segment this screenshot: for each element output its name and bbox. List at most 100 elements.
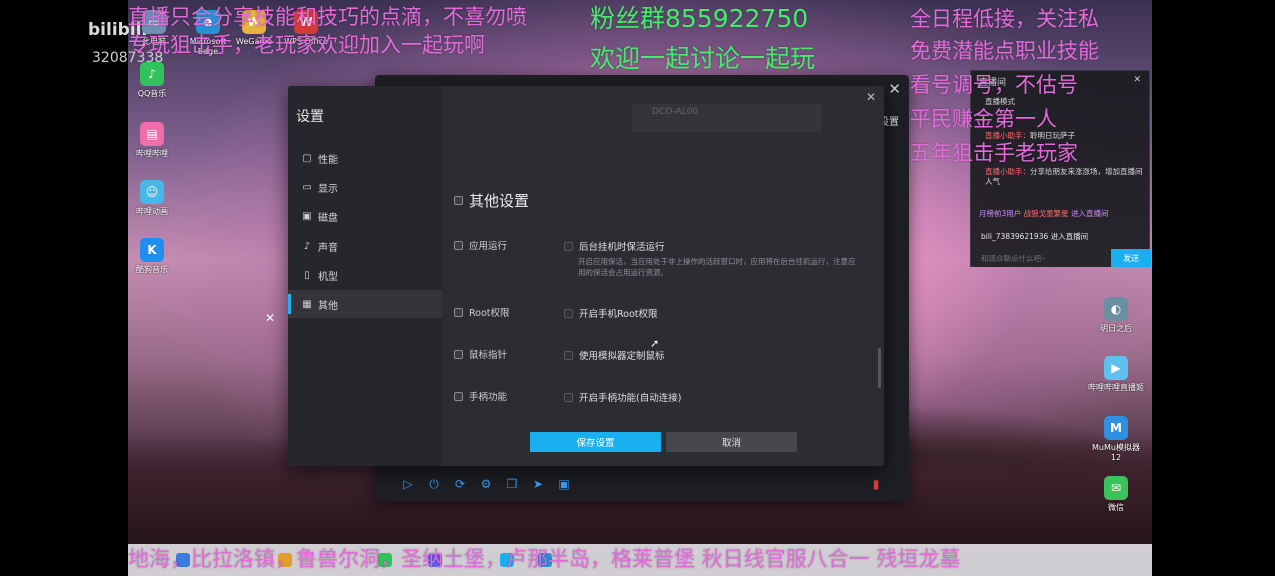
section-checkbox[interactable] xyxy=(454,196,463,205)
overlay-top-left-line-2: 专玩狙击手，老玩家欢迎加入一起玩啊 xyxy=(128,33,485,57)
overlay-right-line-4: 平民赚金第一人 xyxy=(910,107,1057,131)
live-tool-icon[interactable]: ▶ 哔哩哔哩直播姬 xyxy=(1088,356,1144,393)
nav-label: 显示 xyxy=(318,183,338,195)
play-icon[interactable]: ▷ xyxy=(401,477,415,491)
chat-join-message: bili_73839621936 进入直播间 xyxy=(981,232,1089,241)
overlay-right-line-3: 看号调号，不估号 xyxy=(910,73,1078,97)
tools-glyph: ▤ xyxy=(140,122,164,146)
close-icon[interactable]: ✕ xyxy=(866,90,876,104)
section-title-text: 其他设置 xyxy=(469,192,530,210)
desktop-icon-label: 微信 xyxy=(1108,503,1124,512)
option-text: 开启手柄功能(自动连接) xyxy=(579,393,682,404)
mumu-icon[interactable]: M MuMu模拟器12 xyxy=(1088,416,1144,463)
chat-system-user: 战狼戈墨繁星 xyxy=(1023,209,1069,218)
row-label-gamepad: 手柄功能 xyxy=(454,389,507,403)
emulator-close-icon[interactable]: ✕ xyxy=(888,80,901,98)
tools-icon[interactable]: ▤ 哔哩哔哩 xyxy=(124,122,180,159)
row-label-root: Root权限 xyxy=(454,305,510,319)
option-text: 后台挂机时保活运行 xyxy=(579,242,665,253)
row-checkbox[interactable] xyxy=(454,240,463,250)
row-label-mouse: 鼠标指针 xyxy=(454,347,507,361)
trash-icon[interactable]: ▮ xyxy=(869,477,883,491)
nav-sound[interactable]: ♪ 声音 xyxy=(288,232,442,260)
nav-performance[interactable]: ▢ 性能 xyxy=(288,144,442,172)
chat-text: 聆明日玩萨子 xyxy=(1030,131,1075,140)
nav-model[interactable]: ▯ 机型 xyxy=(288,261,442,289)
kugou-glyph: K xyxy=(140,238,164,262)
overlay-right-line-1: 全日程低接，关注私 xyxy=(910,7,1099,31)
option-gamepad[interactable]: 开启手柄功能(自动连接) xyxy=(564,390,681,404)
row-label-text: 应用运行 xyxy=(469,241,508,252)
chat-input[interactable] xyxy=(975,249,1111,267)
bag-icon[interactable]: ▣ xyxy=(557,477,571,491)
option-root[interactable]: 开启手机Root权限 xyxy=(564,306,658,320)
model-field[interactable]: DCO-AL00 xyxy=(632,104,822,132)
chat-system-suffix: 进入直播间 xyxy=(1071,209,1109,218)
option-text: 使用模拟器定制鼠标 xyxy=(579,351,665,362)
nav-other[interactable]: ▦ 其他 xyxy=(288,290,442,318)
option-custom-mouse[interactable]: 使用模拟器定制鼠标 xyxy=(564,348,665,362)
row-checkbox[interactable] xyxy=(454,307,463,317)
anime-icon[interactable]: ☺ 哔哩动画 xyxy=(124,180,180,217)
refresh-icon[interactable]: ⟳ xyxy=(453,477,467,491)
chat-close-icon[interactable]: ✕ xyxy=(1133,75,1141,87)
wechat-glyph: ✉ xyxy=(1104,476,1128,500)
desktop-icon-label: 哔哩动画 xyxy=(136,207,168,216)
gear-icon[interactable]: ⚙ xyxy=(479,477,493,491)
display-icon: ▭ xyxy=(302,181,312,193)
desktop-icon-label: QQ音乐 xyxy=(137,89,167,98)
close-icon[interactable]: ✕ xyxy=(265,311,275,325)
option-keep-alive[interactable]: 后台挂机时保活运行 xyxy=(564,239,665,253)
settings-title: 设置 xyxy=(296,109,324,125)
settings-sidebar: 设置 ▢ 性能 ▭ 显示 ▣ 磁盘 ♪ 声音 ▯ 机型 ▦ 其他 xyxy=(288,86,442,466)
option-description: 开启应用保活，当应用处于非上操作的活跃窗口时，应用将在后台挂机运行，注意应用的保… xyxy=(578,257,856,277)
row-checkbox[interactable] xyxy=(454,391,463,401)
option-checkbox[interactable] xyxy=(564,350,573,360)
tomorrow-icon[interactable]: ◐ 明日之后 xyxy=(1088,297,1144,334)
live-tool-glyph: ▶ xyxy=(1104,356,1128,380)
desktop-icon-label: 哔哩哔哩直播姬 xyxy=(1088,383,1144,392)
sound-icon: ♪ xyxy=(303,240,311,252)
kugou-icon[interactable]: K 酷狗音乐 xyxy=(124,238,180,275)
row-checkbox[interactable] xyxy=(454,349,463,359)
live-chat-panel: 直播间 ✕ 直播模式 直播小助手：聆明日玩萨子 直播小助手：分享给朋友来涨涨场，… xyxy=(970,70,1151,267)
overlay-right-line-2: 免费潜能点职业技能 xyxy=(910,39,1099,63)
cancel-button[interactable]: 取消 xyxy=(666,432,797,452)
option-checkbox[interactable] xyxy=(564,241,573,251)
section-title: 其他设置 xyxy=(454,190,529,211)
music-glyph: ♪ xyxy=(140,62,164,86)
disk-icon: ▣ xyxy=(302,210,312,222)
qq-music-icon[interactable]: ♪ QQ音乐 xyxy=(124,62,180,99)
screen: bilibili 32087338 ▭ 此电脑 e Microsoft Edge… xyxy=(0,0,1275,576)
save-button[interactable]: 保存设置 xyxy=(530,432,661,452)
chat-system-prefix: 月榜前3用户 xyxy=(979,209,1022,218)
wechat-icon[interactable]: ✉ 微信 xyxy=(1088,476,1144,513)
mumu-glyph: M xyxy=(1104,416,1128,440)
overlay-right-line-5: 五年狙击手老玩家 xyxy=(910,141,1078,165)
power-icon[interactable]: ⏻ xyxy=(427,477,441,491)
desktop-icon-label: 哔哩哔哩 xyxy=(136,149,168,158)
row-label-app-run: 应用运行 xyxy=(454,238,507,252)
overlay-top-left-line-1: 直播只会分享技能和技巧的点滴，不喜勿喷 xyxy=(128,5,527,29)
chat-text: 直播模式 xyxy=(985,97,1015,106)
option-checkbox[interactable] xyxy=(564,308,573,318)
overlay-fan-group: 粉丝群855922750 xyxy=(590,4,809,33)
option-checkbox[interactable] xyxy=(564,392,573,402)
overlay-bottom-ticker: 地海，比拉洛镇，鲁兽尔洞，圣纳土堡，卢那半岛，格莱普堡 秋日线官服八合一 残垣龙… xyxy=(128,547,961,571)
desktop-icon-label: 酷狗音乐 xyxy=(136,265,168,274)
grid-icon: ▦ xyxy=(302,298,312,310)
nav-display[interactable]: ▭ 显示 xyxy=(288,173,442,201)
chat-send-button[interactable]: 发送 xyxy=(1111,249,1151,267)
overlay-welcome: 欢迎一起讨论一起玩 xyxy=(590,44,816,73)
nav-disk[interactable]: ▣ 磁盘 xyxy=(288,202,442,230)
row-label-text: 手柄功能 xyxy=(469,392,508,403)
send-icon[interactable]: ➤ xyxy=(531,477,545,491)
nav-label: 性能 xyxy=(318,154,338,166)
tomorrow-glyph: ◐ xyxy=(1104,297,1128,321)
cpu-icon: ▢ xyxy=(302,152,312,164)
nav-label: 声音 xyxy=(318,242,338,254)
scrollbar[interactable] xyxy=(878,348,881,388)
nav-label: 磁盘 xyxy=(318,212,338,224)
copy-icon[interactable]: ❐ xyxy=(505,477,519,491)
chat-author: 直播小助手： xyxy=(985,131,1030,140)
